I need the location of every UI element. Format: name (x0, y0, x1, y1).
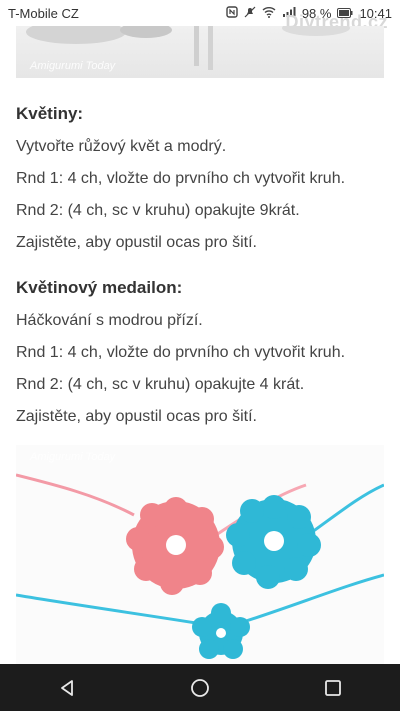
article-content[interactable]: Amigurumi Today Květiny: Vytvořte růžový… (0, 26, 400, 664)
flowers-photo: Amigurumi Today (16, 445, 384, 664)
instruction-line: Vytvořte růžový květ a modrý. (16, 138, 227, 155)
instruction-line: Rnd 2: (4 ch, sc v kruhu) opakujte 4 krá… (16, 376, 305, 393)
home-icon[interactable] (180, 668, 220, 708)
photo-caption: Amigurumi Today (30, 451, 116, 463)
instruction-line: Zajistěte, aby opustil ocas pro šití. (16, 234, 257, 251)
top-photo: Amigurumi Today (16, 26, 384, 78)
back-icon[interactable] (47, 668, 87, 708)
section-flowers: Květiny: Vytvořte růžový květ a modrý. R… (16, 104, 386, 266)
section-medallion: Květinový medailon: Háčkování s modrou p… (16, 278, 386, 440)
section-heading: Květinový medailon: (16, 278, 183, 297)
instruction-line: Rnd 2: (4 ch, sc v kruhu) opakujte 9krát… (16, 202, 300, 219)
photo-caption: Amigurumi Today (30, 60, 116, 72)
instruction-line: Zajistěte, aby opustil ocas pro šití. (16, 408, 257, 425)
carrier-name: T-Mobile CZ (8, 5, 79, 21)
instruction-line: Háčkování s modrou přízí. (16, 312, 203, 329)
navigation-bar (0, 664, 400, 711)
section-heading: Květiny: (16, 104, 84, 123)
nfc-icon (226, 5, 238, 21)
silent-icon (244, 6, 256, 21)
wifi-icon (262, 6, 276, 21)
instruction-line: Rnd 1: 4 ch, vložte do prvního ch vytvoř… (16, 344, 346, 361)
instruction-line: Rnd 1: 4 ch, vložte do prvního ch vytvoř… (16, 170, 346, 187)
recents-icon[interactable] (313, 668, 353, 708)
